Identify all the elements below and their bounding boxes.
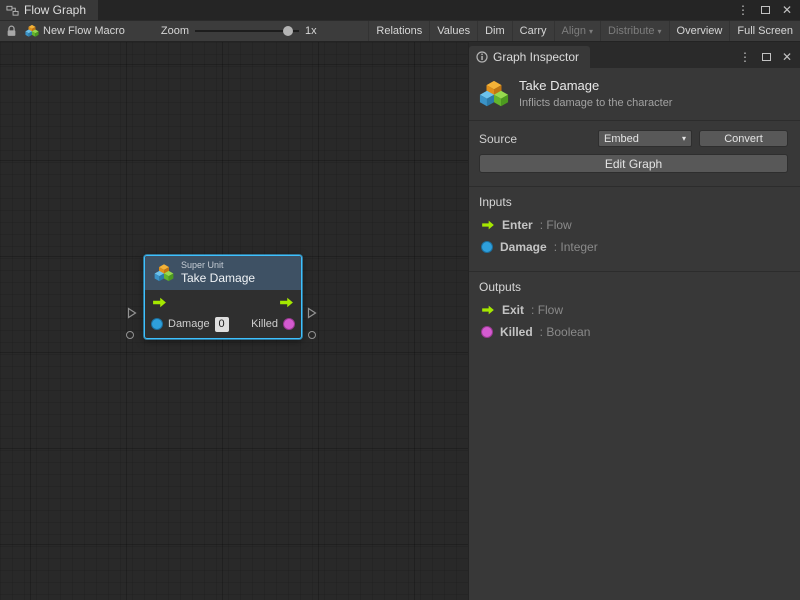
zoom-slider-knob[interactable]: [283, 26, 293, 36]
external-flow-marker-right[interactable]: [307, 307, 317, 319]
inputs-header: Inputs: [469, 187, 800, 214]
toolbar-button-align[interactable]: Align▾: [554, 21, 600, 41]
graph-inspector-panel: Graph Inspector ⋮ ✕ Take Damage Inflicts…: [468, 42, 800, 600]
enter-flow-port-icon[interactable]: [152, 297, 167, 308]
inspector-title: Take Damage: [519, 78, 672, 93]
node-kind-label: Super Unit: [181, 260, 255, 271]
tab-graph-inspector[interactable]: Graph Inspector: [469, 46, 590, 68]
info-icon: [476, 51, 488, 63]
titlebar: Flow Graph ⋮ ✕: [0, 0, 800, 20]
macro-selector[interactable]: New Flow Macro: [25, 24, 125, 38]
node-title: Take Damage: [181, 271, 255, 285]
inspector-header: Take Damage Inflicts damage to the chara…: [469, 68, 800, 121]
tab-flow-graph[interactable]: Flow Graph: [0, 0, 98, 20]
toolbar-button-dim[interactable]: Dim: [477, 21, 512, 41]
external-flow-marker-left[interactable]: [127, 307, 137, 319]
zoom-slider[interactable]: [195, 25, 299, 37]
macro-icon: [25, 24, 39, 38]
maximize-icon[interactable]: [762, 51, 771, 63]
super-unit-icon: [154, 263, 174, 283]
source-dropdown-value: Embed: [604, 133, 639, 145]
damage-port-label: Damage: [168, 318, 210, 330]
input-item-enter: Enter : Flow: [469, 214, 800, 236]
convert-button[interactable]: Convert: [699, 130, 788, 147]
lock-icon[interactable]: [6, 25, 17, 37]
external-value-marker-right[interactable]: [308, 331, 316, 339]
chevron-down-icon: ▾: [682, 134, 686, 143]
outputs-header: Outputs: [469, 272, 800, 299]
window-title: Flow Graph: [24, 3, 86, 17]
zoom-label: Zoom: [161, 25, 189, 37]
toolbar-button-values[interactable]: Values: [429, 21, 477, 41]
toolbar-button-distribute[interactable]: Distribute▾: [600, 21, 668, 41]
inspector-subtitle: Inflicts damage to the character: [519, 97, 672, 109]
chevron-down-icon: ▾: [658, 27, 662, 36]
toolbar-button-overview[interactable]: Overview: [669, 21, 730, 41]
damage-value-field[interactable]: 0: [215, 317, 229, 332]
toolbar-button-carry[interactable]: Carry: [512, 21, 554, 41]
close-icon[interactable]: ✕: [782, 51, 792, 63]
exit-flow-port-icon[interactable]: [279, 297, 294, 308]
edit-graph-button[interactable]: Edit Graph: [479, 154, 788, 173]
menu-icon[interactable]: ⋮: [737, 4, 749, 16]
toolbar-button-relations[interactable]: Relations: [368, 21, 429, 41]
source-dropdown[interactable]: Embed ▾: [598, 130, 692, 147]
damage-port-icon[interactable]: [151, 318, 163, 330]
maximize-box: [762, 53, 771, 61]
killed-port-label: Killed: [251, 318, 278, 330]
menu-icon[interactable]: ⋮: [739, 51, 751, 63]
external-value-marker-left[interactable]: [126, 331, 134, 339]
killed-port-icon[interactable]: [283, 318, 295, 330]
flow-graph-icon: [6, 4, 19, 17]
toolbar-button-fullscreen[interactable]: Full Screen: [729, 21, 800, 41]
integer-port-icon: [481, 241, 493, 253]
close-icon[interactable]: ✕: [782, 4, 792, 16]
toolbar: New Flow Macro Zoom 1x Relations Values …: [0, 20, 800, 42]
boolean-port-icon: [481, 326, 493, 338]
node-header[interactable]: Super Unit Take Damage: [145, 256, 301, 290]
node-take-damage[interactable]: Super Unit Take Damage Damage 0 Killed: [144, 255, 302, 339]
super-unit-icon: [479, 79, 509, 109]
flow-graph-window: Flow Graph ⋮ ✕ New Flow Macro Zoom 1x: [0, 0, 800, 600]
inspector-tabrow: Graph Inspector ⋮ ✕: [469, 42, 800, 68]
maximize-box: [761, 6, 770, 14]
input-item-damage: Damage : Integer: [469, 236, 800, 258]
chevron-down-icon: ▾: [589, 27, 593, 36]
output-item-exit: Exit : Flow: [469, 299, 800, 321]
macro-label: New Flow Macro: [43, 25, 125, 37]
zoom-value: 1x: [305, 25, 317, 37]
source-label: Source: [479, 132, 591, 146]
maximize-icon[interactable]: [761, 4, 770, 16]
flow-port-icon: [481, 220, 495, 230]
output-item-killed: Killed : Boolean: [469, 321, 800, 343]
flow-port-icon: [481, 305, 495, 315]
